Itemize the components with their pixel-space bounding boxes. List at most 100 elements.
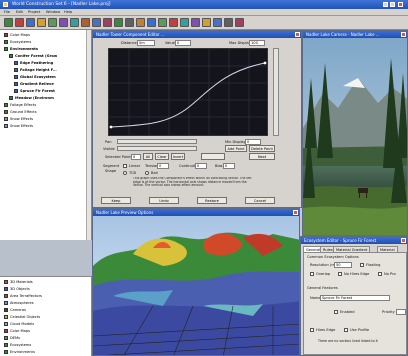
close-icon[interactable] xyxy=(293,210,298,215)
close-icon[interactable] xyxy=(401,238,406,243)
tree-item[interactable]: Foliage Effects xyxy=(4,102,36,109)
name-field[interactable]: Spruce Fir Forest xyxy=(320,295,390,301)
toolbar-button[interactable] xyxy=(169,18,178,27)
graph-vertical-slider[interactable] xyxy=(273,48,279,136)
keep-button[interactable]: Keep xyxy=(101,197,131,204)
invert-button[interactable]: Invert xyxy=(171,153,185,160)
priority-field[interactable] xyxy=(396,309,406,315)
curve-graph[interactable] xyxy=(108,48,268,136)
add-point-button[interactable]: Add Point xyxy=(225,145,247,152)
no-hires-checkbox[interactable] xyxy=(338,272,342,276)
toolbar-button[interactable] xyxy=(191,18,200,27)
toolbar-button[interactable] xyxy=(59,18,68,27)
tree-item[interactable]: 3D Materials xyxy=(4,279,33,286)
tree-item[interactable]: Gradient Relieve xyxy=(14,81,54,88)
tree-item[interactable]: Cameras xyxy=(4,307,26,314)
tree-item[interactable]: Ecosystems xyxy=(4,342,31,349)
tree-item[interactable]: Conifer Forest (Grow xyxy=(9,53,57,60)
tree-item[interactable]: Ground Effects xyxy=(4,109,37,116)
prev-button[interactable] xyxy=(201,153,225,160)
tree-item[interactable]: Snow Effects xyxy=(4,116,33,123)
toolbar-button[interactable] xyxy=(4,18,13,27)
toolbar-button[interactable] xyxy=(26,18,35,27)
tree-item[interactable]: 3D Objects xyxy=(4,286,30,293)
tree-item[interactable]: Atmospheres xyxy=(4,300,34,307)
toolbar-button[interactable] xyxy=(92,18,101,27)
camera-render-image[interactable] xyxy=(303,38,408,236)
resolution-field[interactable]: 50 xyxy=(334,262,352,268)
restore-button[interactable]: Restore xyxy=(197,197,227,204)
delete-point-button[interactable]: Delete Point xyxy=(249,145,275,152)
close-icon[interactable] xyxy=(401,32,406,37)
tree-item[interactable]: Edge Feathering xyxy=(14,60,53,67)
toolbar-button[interactable] xyxy=(180,18,189,27)
toolbar-button[interactable] xyxy=(15,18,24,27)
maximize-icon[interactable] xyxy=(390,2,395,7)
toolbar-button[interactable] xyxy=(103,18,112,27)
terrain-preview-image[interactable] xyxy=(93,216,300,356)
close-icon[interactable] xyxy=(295,32,300,37)
toolbar-button[interactable] xyxy=(125,18,134,27)
toolbar-button[interactable] xyxy=(37,18,46,27)
close-icon[interactable] xyxy=(398,2,403,7)
tcb-radio[interactable] xyxy=(123,171,127,175)
toolbar-button[interactable] xyxy=(48,18,57,27)
menu-window[interactable]: Window xyxy=(46,10,60,14)
visible-slider[interactable] xyxy=(117,146,197,151)
tree-item[interactable]: Foliage Height F... xyxy=(14,67,57,74)
max-display-field[interactable]: 100 xyxy=(249,40,265,46)
use-profile-checkbox[interactable] xyxy=(344,328,348,332)
toolbar-button[interactable] xyxy=(158,18,167,27)
tree-item[interactable]: Environments xyxy=(4,46,38,53)
tree-item[interactable]: Area Terraffectors xyxy=(4,293,42,300)
toolbar-button[interactable] xyxy=(235,18,244,27)
tension-field[interactable]: 0 xyxy=(157,163,169,169)
no-pro-checkbox[interactable] xyxy=(378,272,382,276)
all-button[interactable]: All xyxy=(143,153,153,160)
curve-point-start[interactable] xyxy=(109,125,113,129)
pan-slider[interactable] xyxy=(117,139,197,144)
tree-item[interactable]: Spruce Fir Forest xyxy=(14,88,55,95)
floating-checkbox[interactable] xyxy=(360,263,364,267)
clear-button[interactable]: Clear xyxy=(155,153,169,160)
tree-scrollbar[interactable] xyxy=(86,30,91,240)
linear-checkbox[interactable] xyxy=(123,164,127,168)
tree-item[interactable]: Cloud Models xyxy=(4,321,34,328)
menu-help[interactable]: Help xyxy=(64,10,72,14)
hires-edge-checkbox[interactable] xyxy=(310,328,314,332)
enabled-checkbox[interactable] xyxy=(334,310,338,314)
cancel-button[interactable]: Cancel xyxy=(245,197,275,204)
toolbar-button[interactable] xyxy=(70,18,79,27)
distance-field[interactable]: 0m xyxy=(137,40,155,46)
curve-point-end[interactable] xyxy=(263,61,267,65)
toolbar-button[interactable] xyxy=(136,18,145,27)
next-button[interactable]: Next xyxy=(249,153,275,160)
overlap-checkbox[interactable] xyxy=(310,272,314,276)
tree-item[interactable]: DEMs xyxy=(4,335,20,342)
ball-radio[interactable] xyxy=(145,171,149,175)
toolbar-button[interactable] xyxy=(81,18,90,27)
undo-button[interactable]: Undo xyxy=(149,197,179,204)
continuity-field[interactable]: 0 xyxy=(195,163,207,169)
bias-field[interactable]: 0 xyxy=(223,163,235,169)
toolbar-button[interactable] xyxy=(202,18,211,27)
selected-points-field[interactable]: 0 xyxy=(131,154,141,160)
curve-line[interactable] xyxy=(110,62,266,128)
toolbar-button[interactable] xyxy=(224,18,233,27)
tree-item[interactable]: Meadow (Environm xyxy=(9,95,54,102)
menu-file[interactable]: File xyxy=(4,10,10,14)
menu-edit[interactable]: Edit xyxy=(16,10,23,14)
toolbar-button[interactable] xyxy=(114,18,123,27)
toolbar-button[interactable] xyxy=(147,18,156,27)
tree-item[interactable]: Ecosystems xyxy=(4,39,31,46)
tree-item[interactable]: Environments xyxy=(4,349,35,356)
minimize-icon[interactable] xyxy=(383,2,388,7)
tree-item[interactable]: Color Maps xyxy=(4,32,30,39)
menu-project[interactable]: Project xyxy=(28,10,40,14)
tree-item[interactable]: Celestial Objects xyxy=(4,314,40,321)
tree-item[interactable]: Color Maps xyxy=(4,328,30,335)
tree-item[interactable]: Snow Effects xyxy=(4,123,33,130)
value-field[interactable]: 0 xyxy=(175,40,191,46)
tree-item[interactable]: Global Ecosystem xyxy=(14,74,56,81)
toolbar-button[interactable] xyxy=(213,18,222,27)
